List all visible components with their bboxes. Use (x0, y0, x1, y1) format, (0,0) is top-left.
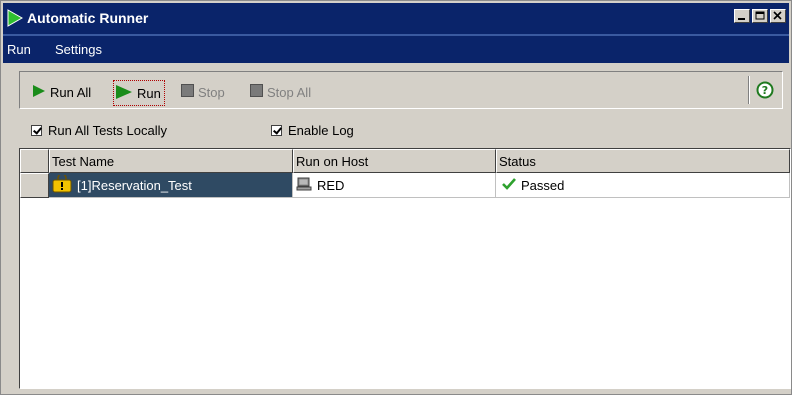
test-warning-icon (52, 172, 72, 196)
checkbox-checked-icon[interactable] (271, 125, 282, 136)
enable-log-checkbox[interactable]: Enable Log (271, 123, 354, 138)
help-button[interactable]: ? (756, 81, 774, 102)
header-run-on-host[interactable]: Run on Host (293, 149, 496, 173)
stop-icon (250, 84, 263, 100)
run-label: Run (137, 85, 161, 101)
computer-icon (296, 177, 312, 194)
run-locally-label: Run All Tests Locally (48, 123, 167, 138)
table-row-status[interactable]: Passed (496, 173, 790, 198)
status-text: Passed (521, 177, 565, 193)
automatic-runner-window: Automatic Runner Run Settings Run All Ru… (0, 0, 792, 395)
menu-settings[interactable]: Settings (55, 42, 102, 57)
row-selector-header (20, 149, 49, 173)
stop-button[interactable]: Stop (181, 81, 225, 103)
run-locally-checkbox[interactable]: Run All Tests Locally (31, 123, 167, 138)
run-button[interactable]: Run (113, 80, 165, 106)
run-all-label: Run All (50, 84, 92, 100)
stop-label: Stop (198, 84, 225, 100)
header-test-name[interactable]: Test Name (49, 149, 293, 173)
header-status[interactable]: Status (496, 149, 790, 173)
row-selector[interactable] (20, 173, 49, 198)
help-icon: ? (756, 81, 774, 102)
table-row-test-name[interactable]: [1]Reservation_Test (49, 172, 293, 198)
tests-grid: Test Name Run on Host Status [1]Reservat… (19, 148, 791, 389)
enable-log-label: Enable Log (288, 123, 354, 138)
close-button[interactable] (770, 9, 786, 23)
title-bar[interactable]: Automatic Runner (3, 3, 789, 35)
stop-icon (181, 84, 194, 100)
table-row-host[interactable]: RED (293, 173, 496, 198)
play-icon (115, 84, 133, 103)
app-play-icon (7, 9, 24, 30)
stop-all-button[interactable]: Stop All (250, 81, 311, 103)
play-icon (32, 84, 46, 101)
menu-bar: Run Settings (3, 35, 789, 63)
host-name: RED (317, 177, 345, 193)
minimize-button[interactable] (734, 9, 750, 23)
test-name: [1]Reservation_Test (77, 177, 192, 193)
maximize-button[interactable] (752, 9, 768, 23)
run-all-button[interactable]: Run All (32, 81, 91, 103)
menu-run[interactable]: Run (7, 42, 31, 57)
svg-text:?: ? (762, 84, 768, 97)
toolbar: Run All Run Stop Stop All ? (19, 71, 783, 109)
toolbar-separator (748, 76, 750, 104)
checkbox-checked-icon[interactable] (31, 125, 42, 136)
stop-all-label: Stop All (267, 84, 312, 100)
window-title: Automatic Runner (27, 10, 149, 26)
checkmark-icon (502, 177, 516, 193)
